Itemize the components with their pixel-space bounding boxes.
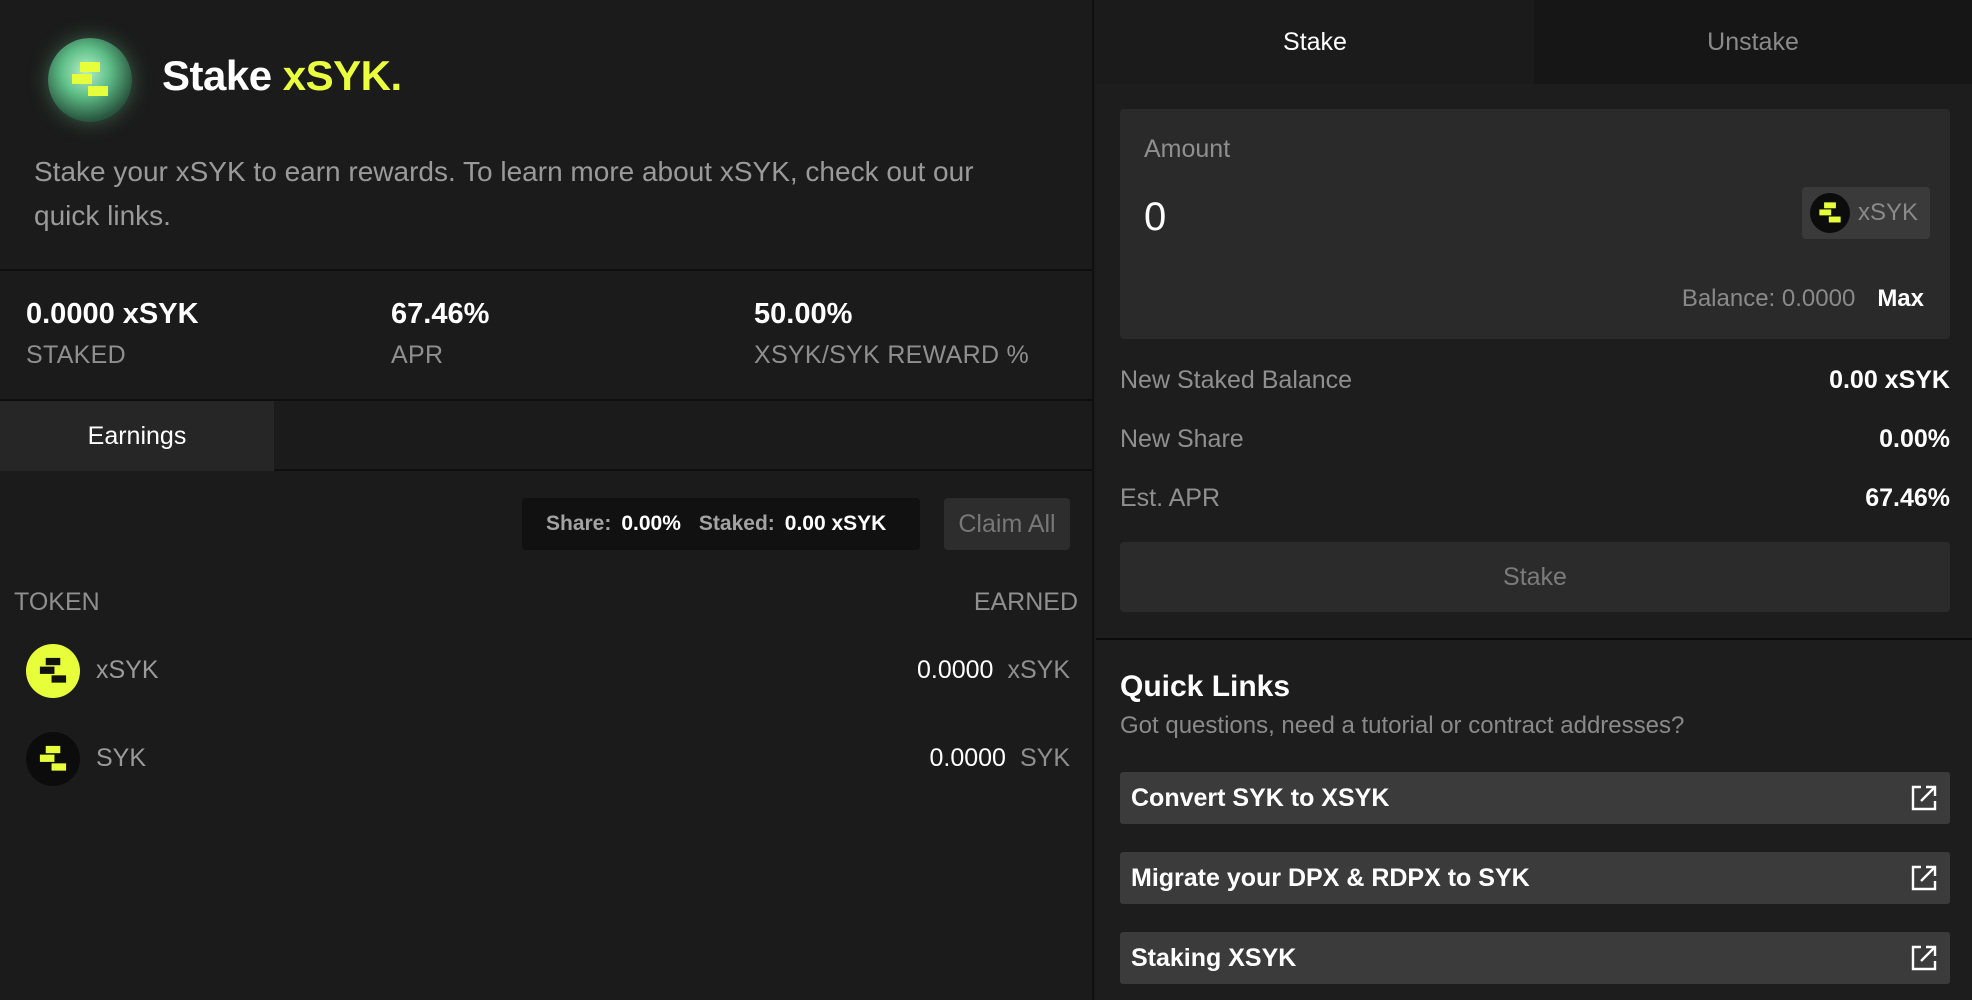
quick-links-title: Quick Links	[1120, 670, 1291, 703]
tab-earnings[interactable]: Earnings	[0, 401, 274, 471]
info-label: Est. APR	[1120, 484, 1221, 512]
info-value: 0.00%	[1879, 425, 1950, 453]
external-link-icon	[1910, 864, 1938, 899]
earnings-summary: Share: 0.00% Staked: 0.00 xSYK	[522, 498, 920, 550]
stake-button[interactable]: Stake	[1120, 542, 1950, 612]
amount-input[interactable]	[1144, 189, 1744, 245]
info-new-share: New Share 0.00%	[1120, 425, 1950, 454]
share-label: Share:	[546, 512, 612, 535]
syk-token-icon	[26, 732, 80, 786]
info-value: 67.46%	[1865, 484, 1950, 512]
stat-staked-label: STAKED	[26, 341, 126, 369]
info-value: 0.00 xSYK	[1829, 366, 1950, 394]
quick-link-label: Staking XSYK	[1131, 943, 1297, 972]
token-selector[interactable]: xSYK	[1802, 187, 1930, 239]
balance-text: Balance: 0.0000	[1681, 285, 1856, 312]
token-earned-amount: 0.0000	[929, 744, 1006, 772]
token-chip-label: xSYK	[1858, 199, 1919, 226]
token-name: SYK	[96, 744, 147, 772]
hero-section: Stake xSYK. Stake your xSYK to earn rewa…	[0, 0, 1092, 271]
stat-staked-value: 0.0000 xSYK	[26, 298, 199, 330]
token-earned-symbol: xSYK	[1007, 656, 1070, 684]
quick-link-convert[interactable]: Convert SYK to XSYK	[1120, 772, 1950, 824]
syk-logo-icon	[1810, 193, 1850, 233]
quick-link-label: Convert SYK to XSYK	[1131, 783, 1390, 812]
page-title: Stake xSYK.	[162, 52, 402, 100]
token-earned-symbol: SYK	[1019, 744, 1070, 772]
stat-reward-value: 50.00%	[754, 298, 853, 330]
info-label: New Staked Balance	[1120, 366, 1353, 394]
tab-stake[interactable]: Stake	[1096, 0, 1534, 84]
external-link-icon	[1910, 944, 1938, 979]
token-earned-amount: 0.0000	[917, 656, 994, 684]
amount-label: Amount	[1144, 135, 1231, 163]
tab-unstake[interactable]: Unstake	[1534, 0, 1972, 84]
info-est-apr: Est. APR 67.46%	[1120, 484, 1950, 513]
page-title-prefix: Stake	[162, 52, 283, 99]
page-title-accent: xSYK.	[282, 52, 402, 99]
quick-links-subtitle: Got questions, need a tutorial or contra…	[1120, 712, 1685, 739]
quick-link-migrate[interactable]: Migrate your DPX & RDPX to SYK	[1120, 852, 1950, 904]
column-header-token: TOKEN	[14, 588, 100, 616]
stat-reward: 50.00% XSYK/SYK REWARD %	[754, 298, 1029, 370]
claim-all-button[interactable]: Claim All	[944, 498, 1070, 550]
info-new-staked-balance: New Staked Balance 0.00 xSYK	[1120, 366, 1950, 395]
stat-apr: 67.46% APR	[391, 298, 489, 370]
token-name: xSYK	[96, 656, 159, 684]
stat-staked: 0.0000 xSYK STAKED	[26, 298, 199, 370]
external-link-icon	[1910, 784, 1938, 819]
stat-apr-value: 67.46%	[391, 298, 490, 330]
stake-panel: Stake Unstake Amount xSYK Balance: 0.000…	[1096, 0, 1972, 1000]
page-description: Stake your xSYK to earn rewards. To lear…	[34, 156, 974, 231]
staked-label: Staked:	[698, 512, 775, 535]
table-row: xSYK 0.0000 xSYK	[26, 644, 1070, 698]
balance-row: Balance: 0.0000 Max	[1682, 285, 1924, 313]
token-earned: 0.0000 xSYK	[917, 656, 1070, 685]
stat-apr-label: APR	[391, 341, 444, 369]
stake-tabs: Stake Unstake	[1096, 0, 1972, 84]
share-value: 0.00%	[621, 512, 681, 535]
table-row: SYK 0.0000 SYK	[26, 732, 1070, 786]
staked-value: 0.00 xSYK	[784, 512, 887, 535]
left-panel: Stake xSYK. Stake your xSYK to earn rewa…	[0, 0, 1094, 1000]
divider	[1096, 638, 1972, 640]
xsyk-token-icon	[26, 644, 80, 698]
earnings-tabs: Earnings	[0, 401, 1092, 471]
quick-link-staking[interactable]: Staking XSYK	[1120, 932, 1950, 984]
stat-reward-label: XSYK/SYK REWARD %	[754, 341, 1030, 369]
amount-box: Amount xSYK Balance: 0.0000 Max	[1120, 109, 1950, 339]
quick-link-label: Migrate your DPX & RDPX to SYK	[1131, 863, 1530, 892]
max-button[interactable]: Max	[1877, 285, 1924, 312]
info-label: New Share	[1120, 425, 1244, 453]
column-header-earned: EARNED	[973, 588, 1078, 616]
token-earned: 0.0000 SYK	[930, 744, 1071, 773]
xsyk-logo-icon	[48, 38, 132, 122]
